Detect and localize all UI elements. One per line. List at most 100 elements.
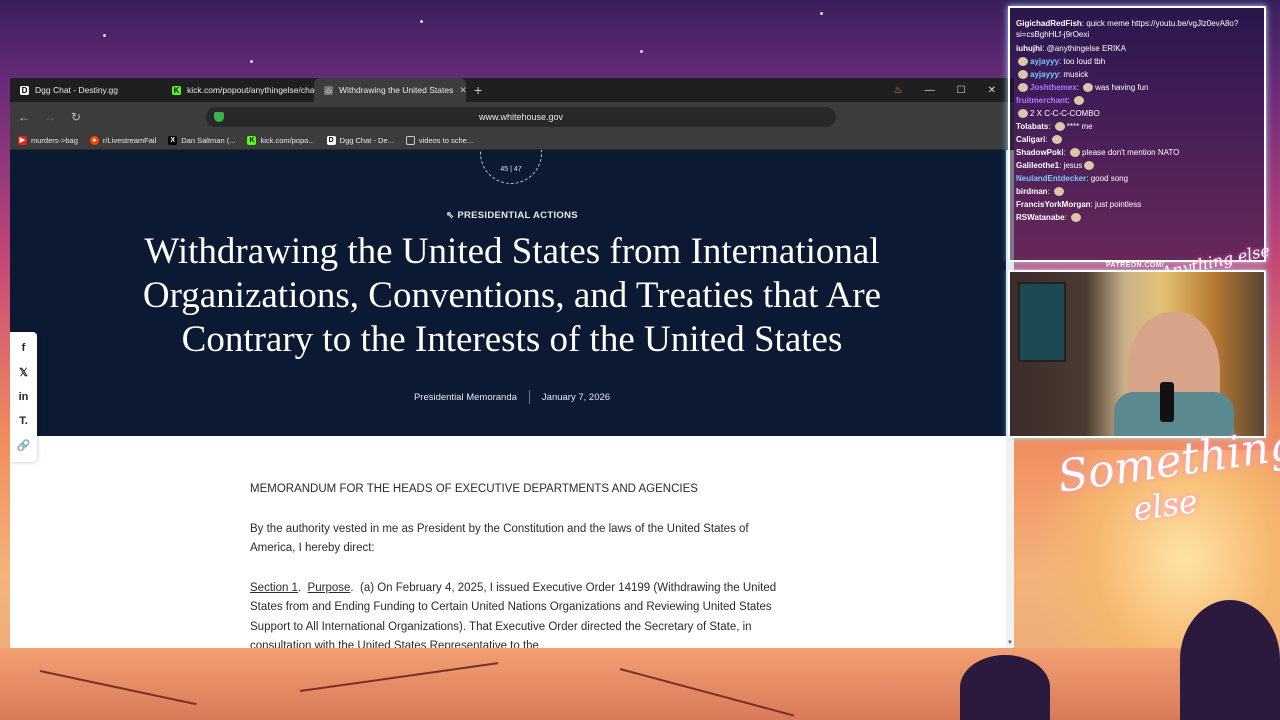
- chat-username: Caligari: [1016, 135, 1046, 144]
- tab-label: Withdrawing the United States: [339, 85, 454, 95]
- tab-bar: D Dgg Chat - Destiny.gg K kick.com/popou…: [10, 78, 1014, 102]
- chat-username: Tolabats: [1016, 122, 1049, 131]
- chat-message: iuhujhi: @anythingelse ERIKA: [1016, 44, 1126, 53]
- chat-message: ShadowPoki: please don't mention NATO: [1016, 148, 1180, 158]
- emote-icon: [1074, 96, 1085, 106]
- emote-icon: [1083, 83, 1094, 93]
- tab-kick-chat[interactable]: K kick.com/popout/anythingelse/chat: [162, 78, 314, 102]
- chat-username: iuhujhi: [1016, 44, 1043, 53]
- tab-dgg-chat[interactable]: D Dgg Chat - Destiny.gg: [10, 78, 162, 102]
- close-tab-icon[interactable]: ✕: [459, 85, 466, 96]
- browser-window: D Dgg Chat - Destiny.gg K kick.com/popou…: [10, 78, 1014, 648]
- bookmark-dgg-chat[interactable]: D Dgg Chat - De...: [326, 136, 394, 145]
- reload-button[interactable]: ↻: [70, 110, 82, 124]
- star: [250, 60, 253, 63]
- emote-icon: [1054, 187, 1065, 197]
- memo-heading: MEMORANDUM FOR THE HEADS OF EXECUTIVE DE…: [250, 483, 698, 495]
- article-date: January 7, 2026: [541, 391, 611, 403]
- bookmark-murders[interactable]: ▶ murders->bag: [18, 136, 78, 145]
- chat-message: Caligari:: [1016, 133, 1260, 146]
- chat-username: birdman: [1016, 187, 1048, 196]
- chat-text: 2 X C-C-C-COMBO: [1030, 109, 1100, 118]
- kick-icon: K: [247, 136, 257, 145]
- flame-icon[interactable]: ♨: [894, 85, 903, 96]
- facebook-icon[interactable]: f: [22, 342, 26, 354]
- maximize-button[interactable]: ☐: [957, 85, 966, 96]
- webcam-feed: [1008, 270, 1266, 438]
- bookmark-label: Dgg Chat - De...: [339, 136, 394, 145]
- close-window-button[interactable]: ✕: [988, 85, 996, 96]
- intro-paragraph: By the authority vested in me as Preside…: [250, 522, 749, 555]
- whitehouse-icon: ⌂: [324, 85, 333, 95]
- bookmarks-bar: ▶ murders->bag ● r/LivestreamFail X Dan …: [10, 132, 1014, 150]
- article-meta: Presidential Memoranda January 7, 2026: [10, 390, 1014, 404]
- copy-link-icon[interactable]: 🔗: [17, 439, 31, 452]
- chat-username: ShadowPoki: [1016, 148, 1064, 157]
- arrow-up-left-icon: ⇖: [446, 210, 458, 221]
- bookmark-kick[interactable]: K kick.com/popo...: [247, 136, 315, 145]
- chat-text: @anythingelse ERIKA: [1046, 44, 1126, 53]
- destiny-icon: D: [20, 85, 29, 95]
- article-title: Withdrawing the United States from Inter…: [142, 231, 882, 360]
- browser-toolbar: ← → ↻ www.whitehouse.gov: [10, 102, 1014, 132]
- chat-text: was having fun: [1095, 83, 1149, 92]
- web-page: 45 | 47 ⇖ PRESIDENTIAL ACTIONS Withdrawi…: [10, 150, 1014, 648]
- star: [820, 12, 823, 15]
- destiny-icon: D: [326, 136, 336, 145]
- bookmark-livestreamfail[interactable]: ● r/LivestreamFail: [89, 136, 156, 145]
- chat-message: Joshthemex: was having fun: [1016, 81, 1260, 94]
- chat-message: NeulandEntdecker: good song: [1016, 174, 1129, 183]
- chat-text: **** me: [1066, 122, 1093, 131]
- reddit-icon: ●: [89, 136, 99, 145]
- chat-message: FrancisYorkMorgan: just pointless: [1016, 200, 1142, 209]
- emote-icon: [1054, 122, 1065, 132]
- star: [103, 34, 106, 37]
- truth-social-icon[interactable]: T.: [19, 415, 28, 427]
- chat-message: Galileothe1: jesus: [1016, 159, 1260, 172]
- bookmark-dan-saltman[interactable]: X Dan Saltman (...: [168, 136, 235, 145]
- chat-message: fruitmerchant:: [1016, 94, 1260, 107]
- chat-message: ayjayyy: musick: [1016, 68, 1260, 81]
- address-bar[interactable]: www.whitehouse.gov: [206, 107, 836, 127]
- category-label: PRESIDENTIAL ACTIONS: [457, 210, 578, 221]
- category-link[interactable]: ⇖ PRESIDENTIAL ACTIONS: [10, 210, 1014, 221]
- tab-whitehouse[interactable]: ⌂ Withdrawing the United States ✕: [314, 78, 466, 102]
- article-type-link[interactable]: Presidential Memoranda: [414, 392, 517, 403]
- emote-icon: [1051, 135, 1062, 145]
- scroll-down-arrow-icon[interactable]: ▼: [1006, 640, 1014, 648]
- chat-username: NeulandEntdecker: [1016, 174, 1087, 183]
- chat-username: ayjayyy: [1030, 70, 1059, 79]
- section-1-paragraph: Section 1. Purpose. (a) On February 4, 2…: [250, 579, 780, 649]
- x-icon: X: [168, 136, 178, 145]
- background-screen: [1018, 282, 1066, 362]
- chat-username: Joshthemex: [1030, 83, 1077, 92]
- window-controls: ♨ — ☐ ✕: [894, 78, 1014, 102]
- bookmark-folder-videos[interactable]: videos to sche...: [405, 136, 474, 145]
- linkedin-icon[interactable]: in: [19, 391, 29, 403]
- emote-icon: [1070, 148, 1081, 158]
- forward-button[interactable]: →: [44, 110, 56, 124]
- x-icon[interactable]: 𝕏: [19, 366, 28, 379]
- divider: [528, 390, 530, 404]
- chat-username: RSWatanabe: [1016, 213, 1065, 222]
- article-body: MEMORANDUM FOR THE HEADS OF EXECUTIVE DE…: [250, 480, 780, 648]
- tab-label: kick.com/popout/anythingelse/chat: [187, 85, 314, 95]
- new-tab-button[interactable]: +: [466, 82, 490, 98]
- badge-icon: [1018, 83, 1028, 93]
- section-label: Section 1: [250, 581, 298, 594]
- presidential-seal: 45 | 47: [480, 150, 542, 184]
- bookmark-label: videos to sche...: [418, 136, 474, 145]
- chat-username: GigichadRedFish: [1016, 19, 1082, 28]
- chat-message: GigichadRedFish: quick meme https://yout…: [1016, 19, 1239, 39]
- folder-icon: [405, 136, 415, 145]
- chat-text: please don't mention NATO: [1082, 148, 1180, 157]
- minimize-button[interactable]: —: [925, 85, 935, 96]
- emote-icon: [1018, 109, 1028, 119]
- patreon-link-text: PATREON.COM/: [1106, 262, 1165, 269]
- chat-text: too loud tbh: [1063, 57, 1106, 66]
- chat-text: just pointless: [1095, 200, 1142, 209]
- share-bar: f 𝕏 in T. 🔗: [10, 332, 37, 462]
- chat-username: ayjayyy: [1030, 57, 1059, 66]
- bookmark-label: Dan Saltman (...: [181, 136, 236, 145]
- back-button[interactable]: ←: [18, 110, 30, 124]
